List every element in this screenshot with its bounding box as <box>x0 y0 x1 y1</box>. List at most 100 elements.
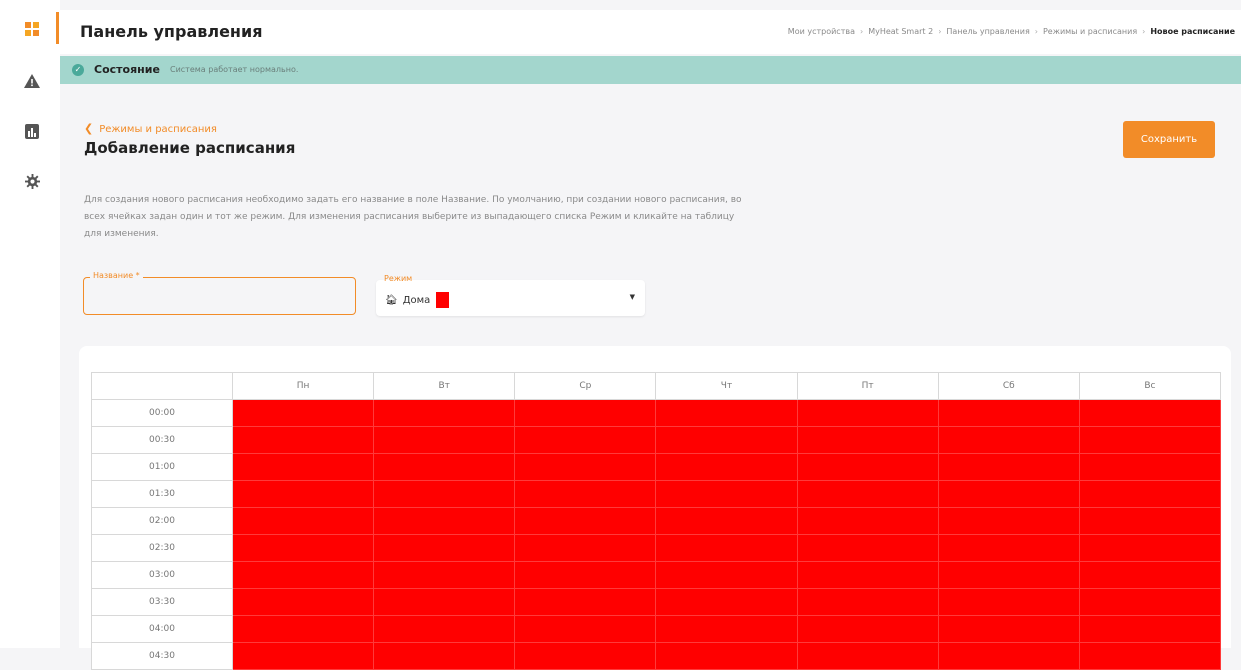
schedule-cell[interactable] <box>937 561 1080 589</box>
schedule-cell[interactable] <box>655 534 798 562</box>
schedule-cell[interactable] <box>231 534 375 562</box>
schedule-cell[interactable] <box>231 507 375 535</box>
schedule-cell[interactable] <box>373 426 516 454</box>
schedule-cell[interactable] <box>231 642 375 670</box>
schedule-row: 00:30 <box>91 426 1222 454</box>
schedule-row: 04:30 <box>91 642 1222 670</box>
schedule-cell[interactable] <box>1078 642 1222 670</box>
schedule-cell[interactable] <box>655 588 798 616</box>
schedule-cell[interactable] <box>373 642 516 670</box>
schedule-cell[interactable] <box>796 642 939 670</box>
mode-select[interactable]: Режим 🏠︎ Дома ▼ <box>376 274 645 316</box>
schedule-cell[interactable] <box>514 588 657 616</box>
schedule-cell[interactable] <box>937 588 1080 616</box>
schedule-cell[interactable] <box>1078 615 1222 643</box>
schedule-cell[interactable] <box>514 480 657 508</box>
schedule-cell[interactable] <box>937 426 1080 454</box>
schedule-cell[interactable] <box>514 453 657 481</box>
schedule-cell[interactable] <box>514 561 657 589</box>
corner-cell <box>91 372 233 400</box>
name-input[interactable] <box>92 286 346 308</box>
schedule-cell[interactable] <box>796 453 939 481</box>
schedule-row: 02:00 <box>91 507 1222 535</box>
schedule-cell[interactable] <box>1078 507 1222 535</box>
breadcrumb-item-device[interactable]: MyHeat Smart 2 <box>868 27 933 36</box>
schedule-cell[interactable] <box>655 642 798 670</box>
day-header: Пн <box>231 372 375 400</box>
schedule-cell[interactable] <box>231 480 375 508</box>
warning-icon[interactable] <box>23 72 41 90</box>
schedule-cell[interactable] <box>231 561 375 589</box>
schedule-cell[interactable] <box>373 399 516 427</box>
schedule-cell[interactable] <box>937 534 1080 562</box>
schedule-cell[interactable] <box>231 588 375 616</box>
breadcrumb-item-current: Новое расписание <box>1150 27 1235 36</box>
schedule-cell[interactable] <box>231 399 375 427</box>
schedule-cell[interactable] <box>1078 561 1222 589</box>
dashboard-icon[interactable] <box>23 20 41 38</box>
schedule-cell[interactable] <box>655 453 798 481</box>
schedule-cell[interactable] <box>655 399 798 427</box>
schedule-cell[interactable] <box>655 615 798 643</box>
schedule-cell[interactable] <box>514 534 657 562</box>
schedule-cell[interactable] <box>655 561 798 589</box>
schedule-cell[interactable] <box>1078 588 1222 616</box>
schedule-row: 01:30 <box>91 480 1222 508</box>
schedule-cell[interactable] <box>231 426 375 454</box>
mode-name: Дома <box>402 294 431 306</box>
schedule-cell[interactable] <box>796 561 939 589</box>
time-label: 01:00 <box>91 453 233 481</box>
schedule-cell[interactable] <box>796 399 939 427</box>
schedule-cell[interactable] <box>796 588 939 616</box>
name-field: Название * <box>83 271 356 315</box>
schedule-cell[interactable] <box>231 453 375 481</box>
schedule-cell[interactable] <box>373 453 516 481</box>
gear-icon[interactable] <box>23 172 41 190</box>
schedule-cell[interactable] <box>1078 534 1222 562</box>
schedule-cell[interactable] <box>937 507 1080 535</box>
sidebar-active-indicator <box>56 12 59 44</box>
schedule-cell[interactable] <box>796 615 939 643</box>
schedule-cell[interactable] <box>655 507 798 535</box>
schedule-cell[interactable] <box>937 480 1080 508</box>
time-label: 02:00 <box>91 507 233 535</box>
schedule-cell[interactable] <box>937 642 1080 670</box>
schedule-cell[interactable] <box>373 534 516 562</box>
schedule-cell[interactable] <box>373 588 516 616</box>
schedule-cell[interactable] <box>796 426 939 454</box>
chart-icon[interactable] <box>23 122 41 140</box>
schedule-cell[interactable] <box>373 480 516 508</box>
schedule-cell[interactable] <box>514 507 657 535</box>
schedule-cell[interactable] <box>514 426 657 454</box>
schedule-row: 04:00 <box>91 615 1222 643</box>
schedule-cell[interactable] <box>1078 480 1222 508</box>
schedule-cell[interactable] <box>373 561 516 589</box>
schedule-cell[interactable] <box>231 615 375 643</box>
form-description: Для создания нового расписания необходим… <box>84 195 742 239</box>
save-button[interactable]: Сохранить <box>1123 121 1215 158</box>
schedule-cell[interactable] <box>373 507 516 535</box>
breadcrumb-item-devices[interactable]: Мои устройства <box>788 27 855 36</box>
breadcrumb-item-modes[interactable]: Режимы и расписания <box>1043 27 1137 36</box>
schedule-cell[interactable] <box>514 642 657 670</box>
schedule-cell[interactable] <box>655 426 798 454</box>
mode-color-swatch <box>436 292 450 308</box>
schedule-cell[interactable] <box>514 615 657 643</box>
schedule-cell[interactable] <box>1078 453 1222 481</box>
breadcrumb-separator-icon: › <box>938 27 942 36</box>
schedule-cell[interactable] <box>937 453 1080 481</box>
schedule-cell[interactable] <box>373 615 516 643</box>
schedule-cell[interactable] <box>937 399 1080 427</box>
breadcrumb-item-dashboard[interactable]: Панель управления <box>946 27 1029 36</box>
schedule-cell[interactable] <box>937 615 1080 643</box>
mode-select-label: Режим <box>384 274 413 283</box>
schedule-cell[interactable] <box>1078 399 1222 427</box>
schedule-cell[interactable] <box>796 480 939 508</box>
top-header: Панель управления Мои устройства › MyHeat … <box>60 10 1241 54</box>
schedule-cell[interactable] <box>1078 426 1222 454</box>
schedule-cell[interactable] <box>514 399 657 427</box>
schedule-cell[interactable] <box>655 480 798 508</box>
schedule-cell[interactable] <box>796 534 939 562</box>
back-link[interactable]: ❮ Режимы и расписания <box>84 122 217 135</box>
schedule-cell[interactable] <box>796 507 939 535</box>
